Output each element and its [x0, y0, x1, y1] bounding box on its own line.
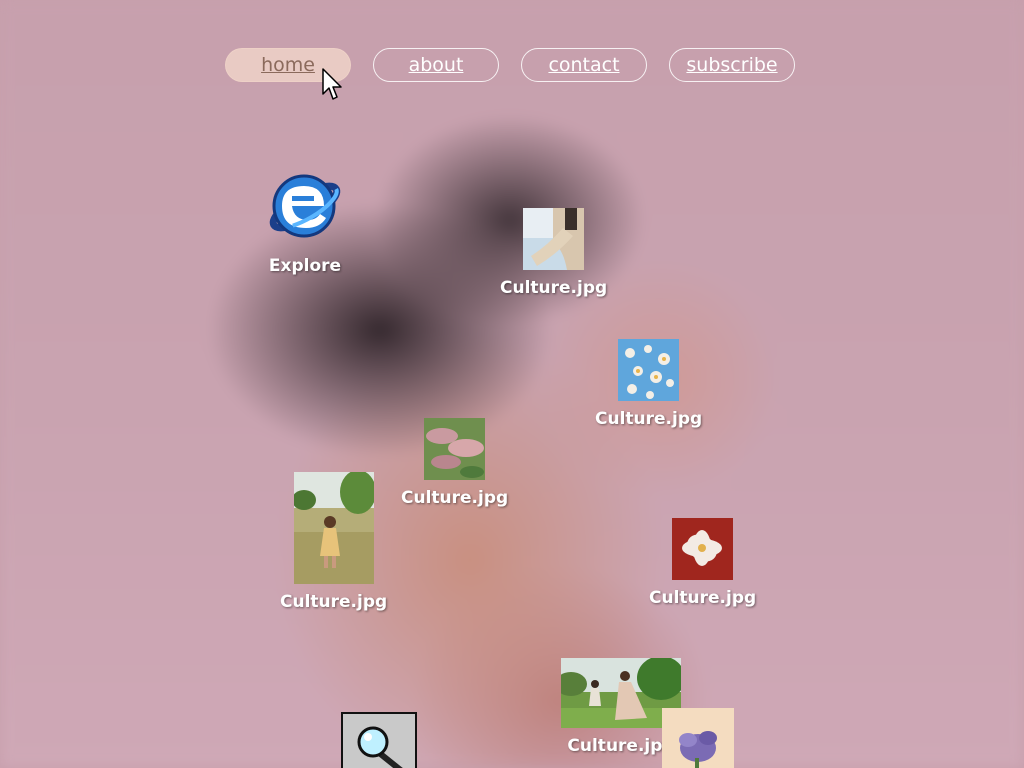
file-culture-1[interactable]: Culture.jpg [500, 208, 607, 298]
file-culture-3[interactable]: Culture.jpg [401, 418, 508, 508]
file-label: Culture.jpg [567, 736, 675, 756]
file-label: Culture.jpg [401, 488, 509, 508]
file-label: Culture.jpg [595, 409, 703, 429]
file-label: Culture.jpg [280, 592, 388, 612]
image-thumbnail [672, 518, 734, 580]
image-thumbnail [523, 208, 585, 270]
background-photo [0, 0, 1024, 768]
nav-contact[interactable]: contact [521, 48, 647, 82]
image-thumbnail [618, 339, 680, 401]
search-icon [357, 726, 403, 768]
explore-label: Explore [268, 256, 342, 276]
internet-explorer-icon [269, 174, 341, 238]
explore-shortcut[interactable]: Explore [262, 162, 348, 276]
file-label: Culture.jpg [500, 278, 608, 298]
file-culture-4[interactable]: Culture.jpg [280, 472, 387, 612]
image-thumbnail [293, 472, 374, 584]
file-culture-2[interactable]: Culture.jpg [595, 339, 702, 429]
nav-about[interactable]: about [373, 48, 499, 82]
flower-thumbnail[interactable] [662, 708, 734, 768]
magnifier-icon[interactable] [341, 712, 417, 768]
file-culture-5[interactable]: Culture.jpg [649, 518, 756, 608]
image-thumbnail [424, 418, 486, 480]
top-nav: home about contact subscribe [225, 48, 795, 82]
file-label: Culture.jpg [649, 588, 757, 608]
mouse-cursor-icon [322, 68, 342, 100]
nav-subscribe[interactable]: subscribe [669, 48, 795, 82]
